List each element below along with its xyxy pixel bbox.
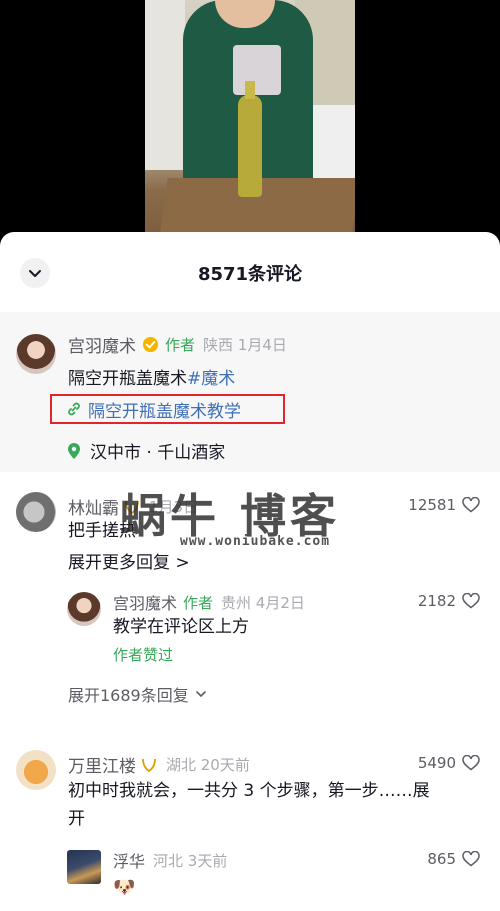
reply-author-tag: 作者 <box>183 593 214 612</box>
hashtag-link[interactable]: #魔术 <box>187 369 235 389</box>
reply-name-line: 宫羽魔术 作者 贵州 4月2日 <box>113 590 305 614</box>
comment-text-line-1: 初中时我就会，一共分 3 个步骤，第一步……展 <box>68 781 430 801</box>
author-tag: 作者 <box>165 336 196 354</box>
comment-item: 万里江楼 湖北 20天前 5490 初中时我就会，一共分 3 个步骤，第一步……… <box>0 750 500 911</box>
heart-icon <box>462 851 480 867</box>
tutorial-link-text: 隔空开瓶盖魔术教学 <box>88 401 241 422</box>
author-name[interactable]: 宫羽魔术 <box>68 332 136 357</box>
location-tag[interactable]: 汉中市 · 千山酒家 <box>66 438 225 463</box>
sheet-header: 8571条评论 <box>0 232 500 312</box>
reply-like-button[interactable]: 2182 <box>418 592 480 610</box>
reply-avatar[interactable] <box>67 592 101 626</box>
reply-meta: 贵州 4月2日 <box>221 593 305 612</box>
comment-count-title: 8571条评论 <box>197 264 303 285</box>
expand-replies-button[interactable]: 展开1689条回复 <box>68 682 207 706</box>
comment-name-line: 万里江楼 湖北 20天前 <box>68 752 250 777</box>
pinned-text: 隔空开瓶盖魔术#魔术 <box>68 364 235 389</box>
reply-like-button[interactable]: 865 <box>427 850 480 868</box>
wheat-badge-icon <box>142 758 156 772</box>
pinned-name-line: 宫羽魔术 作者 陕西 1月4日 <box>68 332 287 357</box>
reply-name-line: 浮华 河北 3天前 <box>113 848 227 872</box>
location-text: 汉中市 · 千山酒家 <box>90 443 226 463</box>
like-button[interactable]: 12581 <box>408 496 480 514</box>
reply-emoji: 🐶 <box>113 877 136 898</box>
wheat-badge-icon <box>125 500 139 514</box>
chevron-down-icon <box>195 691 206 697</box>
comment-meta: 湖北 20天前 <box>166 756 250 774</box>
heart-icon <box>462 497 480 513</box>
video-shirt-print <box>233 45 281 95</box>
video-bottle <box>238 81 262 197</box>
commenter-name[interactable]: 万里江楼 <box>68 752 136 777</box>
heart-icon <box>462 593 480 609</box>
tutorial-link[interactable]: 隔空开瓶盖魔术教学 <box>50 394 285 424</box>
reply-avatar[interactable] <box>67 850 101 884</box>
like-count: 5490 <box>417 754 456 772</box>
author-avatar[interactable] <box>16 334 56 374</box>
expand-more-replies[interactable]: 展开更多回复 > <box>68 548 190 573</box>
reply-like-count: 2182 <box>417 592 456 610</box>
reply-name[interactable]: 宫羽魔术 <box>113 590 177 614</box>
verified-badge-icon <box>142 336 159 353</box>
reply-name[interactable]: 浮华 <box>113 848 145 872</box>
link-icon <box>68 402 80 416</box>
reply-text: 教学在评论区上方 <box>113 617 249 637</box>
commenter-avatar[interactable] <box>16 492 56 532</box>
location-pin-icon <box>68 442 80 459</box>
like-count: 12581 <box>408 496 456 514</box>
comment-text-line-2[interactable]: 开 <box>68 806 85 833</box>
video-frame <box>145 0 355 245</box>
author-liked-note: 作者赞过 <box>113 646 174 664</box>
pinned-meta: 陕西 1月4日 <box>203 336 287 354</box>
like-button[interactable]: 5490 <box>418 754 480 772</box>
commenter-avatar[interactable] <box>16 750 56 790</box>
expand-replies-label: 展开1689条回复 <box>68 686 189 705</box>
heart-icon <box>462 755 480 771</box>
video-wall <box>145 0 185 170</box>
comment-meta: 1月3日 <box>149 498 199 516</box>
video-player[interactable] <box>0 0 500 245</box>
comment-sheet: 8571条评论 宫羽魔术 作者 陕西 1月4日 隔空开瓶盖魔术#魔术 隔空开瓶盖… <box>0 232 500 911</box>
pinned-text-body: 隔空开瓶盖魔术 <box>68 369 187 389</box>
comment-item: 林灿霸 1月3日 12581 把手搓热 展开更多回复 > 宫羽魔术 作者 贵州 … <box>0 492 500 722</box>
reply-like-count: 865 <box>427 850 456 868</box>
commenter-name[interactable]: 林灿霸 <box>68 494 119 519</box>
comment-text: 把手搓热 <box>68 521 136 541</box>
pinned-author-post: 宫羽魔术 作者 陕西 1月4日 隔空开瓶盖魔术#魔术 隔空开瓶盖魔术教学 汉中市… <box>0 312 500 472</box>
comment-name-line: 林灿霸 1月3日 <box>68 494 198 519</box>
reply-meta: 河北 3天前 <box>153 851 228 870</box>
